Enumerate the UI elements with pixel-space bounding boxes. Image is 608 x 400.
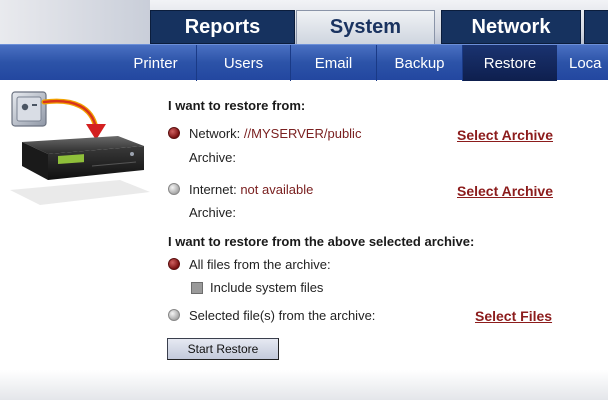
network-label: Network: xyxy=(189,126,241,141)
selected-files-label: Selected file(s) from the archive: xyxy=(189,308,376,323)
restore-from-heading: I want to restore from: xyxy=(168,98,306,113)
tab-system[interactable]: System xyxy=(296,10,435,44)
select-files-link[interactable]: Select Files xyxy=(475,308,552,324)
select-archive-internet-link[interactable]: Select Archive xyxy=(457,183,553,199)
network-path-value: //MYSERVER/public xyxy=(243,126,362,141)
subtab-users[interactable]: Users xyxy=(197,45,291,81)
radio-selected-files[interactable] xyxy=(168,309,180,321)
subtab-backup[interactable]: Backup xyxy=(377,45,463,81)
radio-internet[interactable] xyxy=(168,183,180,195)
subtab-restore[interactable]: Restore xyxy=(463,45,557,81)
internet-archive-label: Archive: xyxy=(189,205,236,220)
server-appliance-icon xyxy=(22,136,144,180)
sub-tab-bar: Printer Users Email Backup Restore Loca xyxy=(0,44,608,81)
start-restore-button[interactable]: Start Restore xyxy=(167,338,279,360)
radio-network[interactable] xyxy=(168,127,180,139)
tab-reports[interactable]: Reports xyxy=(150,10,295,44)
tab-network[interactable]: Network xyxy=(441,10,581,44)
restore-illustration-icon xyxy=(10,91,150,205)
subtab-email[interactable]: Email xyxy=(291,45,377,81)
subtab-printer[interactable]: Printer xyxy=(115,45,197,81)
internet-label: Internet: xyxy=(189,182,237,197)
all-files-label: All files from the archive: xyxy=(189,257,331,272)
select-archive-network-link[interactable]: Select Archive xyxy=(457,127,553,143)
network-option-label: Network: //MYSERVER/public xyxy=(189,126,361,141)
include-system-files-checkbox[interactable] xyxy=(191,282,203,294)
internet-option-label: Internet: not available xyxy=(189,182,313,197)
internet-status-value: not available xyxy=(240,182,314,197)
subtab-local[interactable]: Loca xyxy=(557,45,608,81)
top-tab-bar: Reports System Network xyxy=(0,0,608,44)
safe-icon xyxy=(11,91,47,127)
restore-scope-heading: I want to restore from the above selecte… xyxy=(168,234,475,249)
radio-all-files[interactable] xyxy=(168,258,180,270)
include-system-files-label: Include system files xyxy=(210,280,324,295)
bottom-fade xyxy=(0,370,608,400)
network-archive-label: Archive: xyxy=(189,150,236,165)
tab-overflow[interactable] xyxy=(584,10,608,44)
top-tab-bar-fade xyxy=(0,0,150,44)
